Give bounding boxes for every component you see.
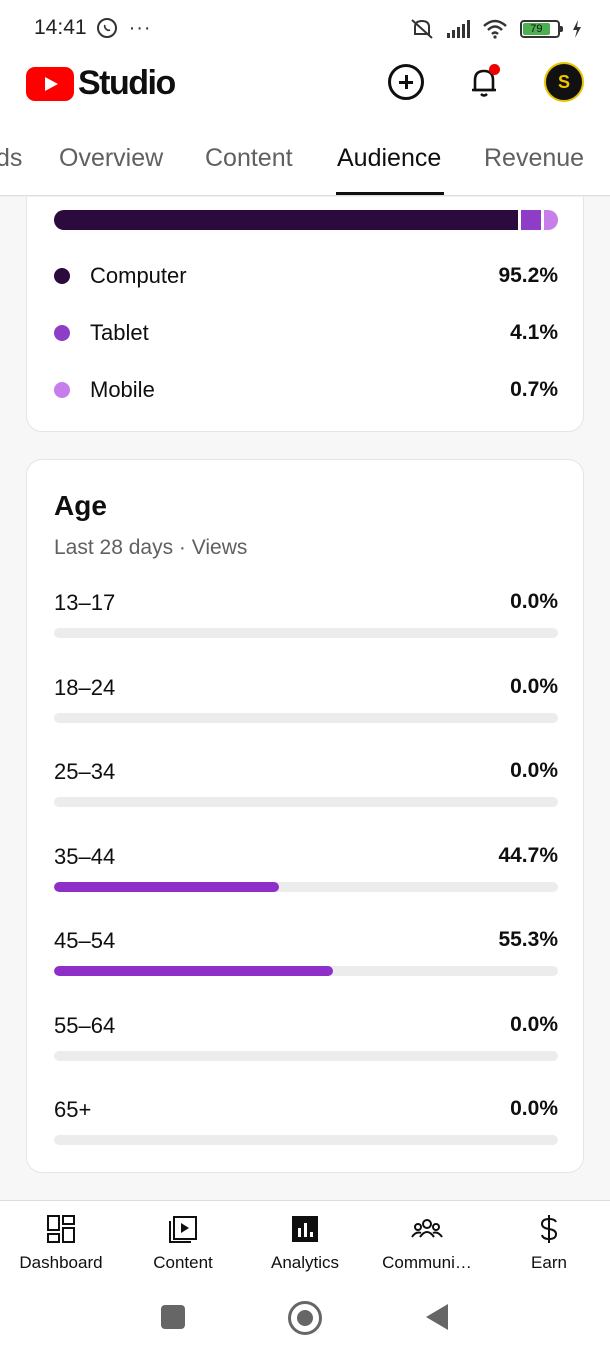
age-bar-track: [54, 966, 558, 976]
age-bar-track: [54, 1135, 558, 1145]
age-percentage: 0.0%: [510, 674, 558, 698]
legend-dot: [54, 382, 70, 398]
computer-segment: [54, 210, 518, 230]
dashboard-icon: [47, 1215, 75, 1243]
battery-icon: 79: [520, 20, 563, 38]
analytics-tabs: ds Overview Content Audience Revenue: [0, 106, 610, 196]
tab-partial[interactable]: ds: [0, 144, 22, 173]
legend-value: 95.2%: [498, 264, 558, 287]
age-range-label: 45–54: [54, 928, 116, 953]
analytics-icon: [292, 1216, 318, 1242]
legend-item: Tablet 4.1%: [54, 318, 558, 348]
age-bar-track: [54, 797, 558, 807]
avatar[interactable]: S: [544, 62, 584, 102]
legend-value: 0.7%: [510, 378, 558, 401]
signal-icon: [447, 20, 470, 38]
nav-label: Analytics: [270, 1253, 340, 1272]
age-range-label: 13–17: [54, 590, 116, 615]
nav-analytics[interactable]: Analytics: [244, 1201, 366, 1284]
legend-dot: [54, 325, 70, 341]
tablet-segment: [521, 210, 541, 230]
age-bar-track: [54, 881, 558, 892]
nav-label: Dashboard: [19, 1253, 103, 1272]
nav-content[interactable]: Content: [122, 1201, 244, 1284]
age-bar-track: [54, 1050, 558, 1061]
mobile-segment: [544, 210, 558, 230]
legend-dot: [54, 268, 70, 284]
tab-content[interactable]: Content: [205, 144, 293, 173]
legend-label: Computer: [90, 263, 187, 288]
nav-community[interactable]: Communi…: [366, 1201, 488, 1284]
bottom-navigation: Dashboard Content Analytics Communi… Ear…: [0, 1200, 610, 1284]
age-range-label: 55–64: [54, 1012, 116, 1038]
age-range-label: 18–24: [54, 674, 116, 700]
age-bar-track: [54, 712, 558, 723]
tab-audience[interactable]: Audience: [337, 144, 441, 173]
card-title: Age: [54, 490, 107, 521]
age-percentage: 0.0%: [510, 590, 558, 613]
notifications-icon[interactable]: [466, 64, 502, 100]
legend-item: Computer 95.2%: [54, 261, 558, 291]
whatsapp-icon: [96, 18, 117, 38]
age-percentage: 0.0%: [510, 1097, 558, 1120]
age-row: 45–54 55.3%: [54, 928, 558, 988]
age-row: 13–17 0.0%: [54, 590, 558, 650]
community-icon: [411, 1219, 443, 1238]
create-icon[interactable]: [388, 64, 424, 100]
battery-level: 79: [523, 23, 550, 35]
status-bar: 14:41 ··· 79: [0, 0, 610, 56]
device-distribution-bar: [54, 210, 558, 230]
legend-item: Mobile 0.7%: [54, 375, 558, 405]
notification-dot: [489, 64, 500, 75]
youtube-play-icon: [26, 66, 74, 101]
app-header: Studio S: [0, 56, 610, 106]
charging-icon: [573, 20, 581, 38]
age-percentage: 44.7%: [498, 843, 558, 867]
home-icon[interactable]: [288, 1301, 322, 1335]
nav-earn[interactable]: Earn: [488, 1201, 610, 1284]
system-navigation: [0, 1284, 610, 1356]
age-range-label: 35–44: [54, 843, 116, 869]
content-icon: [169, 1216, 197, 1243]
age-percentage: 55.3%: [498, 928, 558, 951]
mute-icon: [411, 19, 433, 39]
age-bar-track: [54, 628, 558, 638]
tab-revenue[interactable]: Revenue: [484, 144, 584, 173]
legend-label: Tablet: [90, 320, 149, 345]
more-notifications-icon: ···: [128, 16, 152, 39]
card-subtitle: Last 28 days · Views: [54, 536, 248, 559]
nav-label: Communi…: [382, 1253, 472, 1272]
age-range-label: 65+: [54, 1097, 92, 1122]
age-range-label: 25–34: [54, 759, 116, 784]
nav-dashboard[interactable]: Dashboard: [0, 1201, 122, 1284]
legend-label: Mobile: [90, 377, 155, 402]
clock: 14:41: [34, 16, 87, 39]
recents-icon[interactable]: [161, 1305, 185, 1329]
nav-label: Content: [153, 1253, 213, 1272]
age-row: 65+ 0.0%: [54, 1097, 558, 1157]
age-percentage: 0.0%: [510, 1012, 558, 1036]
earn-icon: [540, 1215, 558, 1243]
legend-value: 4.1%: [510, 321, 558, 344]
age-row: 25–34 0.0%: [54, 759, 558, 819]
youtube-studio-logo[interactable]: Studio: [26, 64, 176, 103]
nav-label: Earn: [531, 1253, 567, 1272]
age-bar-fill: [54, 966, 333, 976]
active-tab-indicator: [336, 192, 444, 195]
wifi-icon: [483, 19, 507, 39]
age-row: 55–64 0.0%: [54, 1013, 558, 1073]
age-card: Age Last 28 days · Views 13–17 0.0% 18–24 0…: [26, 459, 584, 1173]
tab-overview[interactable]: Overview: [59, 144, 163, 173]
age-row: 18–24 0.0%: [54, 675, 558, 735]
age-row: 35–44 44.7%: [54, 844, 558, 904]
device-type-card: Computer 95.2% Tablet 4.1% Mobile 0.7%: [26, 197, 584, 432]
logo-text: Studio: [78, 64, 176, 102]
status-icons: 79: [409, 18, 582, 40]
age-bar-fill: [54, 881, 280, 892]
main-content[interactable]: Computer 95.2% Tablet 4.1% Mobile 0.7% A…: [0, 197, 610, 1200]
back-icon[interactable]: [426, 1304, 448, 1330]
age-percentage: 0.0%: [510, 759, 558, 782]
